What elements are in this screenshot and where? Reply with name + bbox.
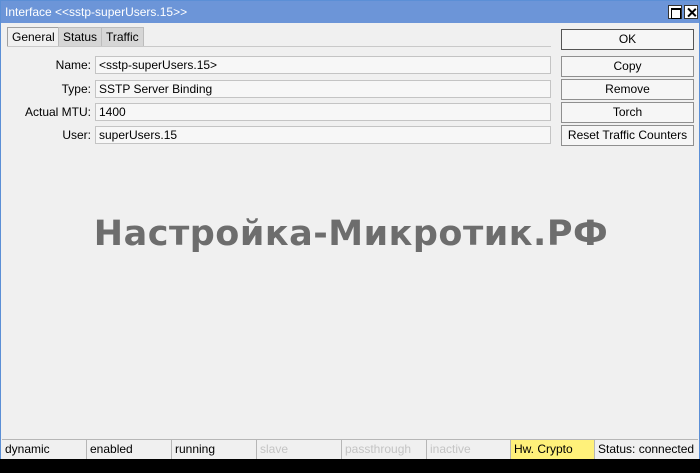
status-passthrough: passthrough (342, 440, 427, 460)
status-slave: slave (257, 440, 342, 460)
user-field[interactable]: superUsers.15 (95, 126, 551, 144)
status-hw-crypto: Hw. Crypto (511, 440, 595, 460)
status-connection: Status: connected (598, 442, 695, 456)
status-dynamic: dynamic (2, 440, 87, 460)
copy-button[interactable]: Copy (561, 56, 694, 77)
reset-traffic-counters-button[interactable]: Reset Traffic Counters (561, 125, 694, 146)
actual-mtu-label: Actual MTU: (24, 105, 91, 119)
bottom-border (0, 459, 700, 473)
window-title: Interface <<sstp-superUsers.15>> (5, 5, 188, 19)
ok-button[interactable]: OK (561, 29, 694, 50)
name-field[interactable]: <sstp-superUsers.15> (95, 56, 551, 74)
maximize-icon[interactable] (668, 5, 682, 19)
watermark: Настройка-Микротик.РФ (93, 214, 609, 254)
remove-button[interactable]: Remove (561, 79, 694, 100)
torch-button[interactable]: Torch (561, 102, 694, 123)
tab-traffic[interactable]: Traffic (101, 27, 144, 46)
user-label: User: (62, 128, 91, 142)
interface-dialog: Interface <<sstp-superUsers.15>> General… (0, 0, 700, 473)
title-bar[interactable]: Interface <<sstp-superUsers.15>> (1, 1, 699, 23)
type-field: SSTP Server Binding (95, 80, 551, 98)
status-enabled: enabled (87, 440, 172, 460)
status-inactive: inactive (427, 440, 511, 460)
actual-mtu-field: 1400 (95, 103, 551, 121)
close-icon[interactable] (684, 5, 698, 19)
type-label: Type: (61, 82, 91, 96)
status-running: running (172, 440, 257, 460)
status-bar: dynamic enabled running slave passthroug… (2, 439, 698, 460)
name-label: Name: (55, 58, 91, 72)
tab-status[interactable]: Status (58, 27, 103, 46)
tab-general[interactable]: General (7, 27, 60, 47)
